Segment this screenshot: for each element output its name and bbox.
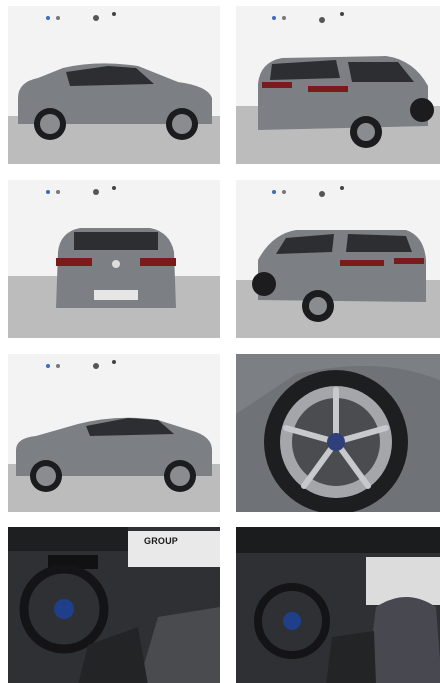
car-side-photo xyxy=(8,6,220,164)
interior-dashboard-photo xyxy=(8,527,220,683)
gallery-thumb-rear-left-view[interactable] xyxy=(236,180,440,338)
interior-seat-photo xyxy=(236,527,440,683)
dealer-watermark-text: GROUP xyxy=(144,536,179,546)
gallery-thumb-wheel-detail[interactable] xyxy=(236,354,440,512)
gallery-thumb-side-view-2[interactable] xyxy=(8,354,220,512)
car-rear-right-photo xyxy=(236,6,440,164)
gallery-thumb-interior-seat[interactable] xyxy=(236,527,440,683)
gallery-thumb-side-view[interactable] xyxy=(8,6,220,164)
gallery-thumb-rear-view[interactable] xyxy=(8,180,220,338)
photo-gallery: GROUP xyxy=(0,0,440,683)
car-side-2-photo xyxy=(8,354,220,512)
car-rear-left-photo xyxy=(236,180,440,338)
gallery-thumb-rear-right-view[interactable] xyxy=(236,6,440,164)
gallery-thumb-interior-dashboard[interactable]: GROUP xyxy=(8,527,220,683)
car-rear-photo xyxy=(8,180,220,338)
wheel-photo xyxy=(236,354,440,512)
